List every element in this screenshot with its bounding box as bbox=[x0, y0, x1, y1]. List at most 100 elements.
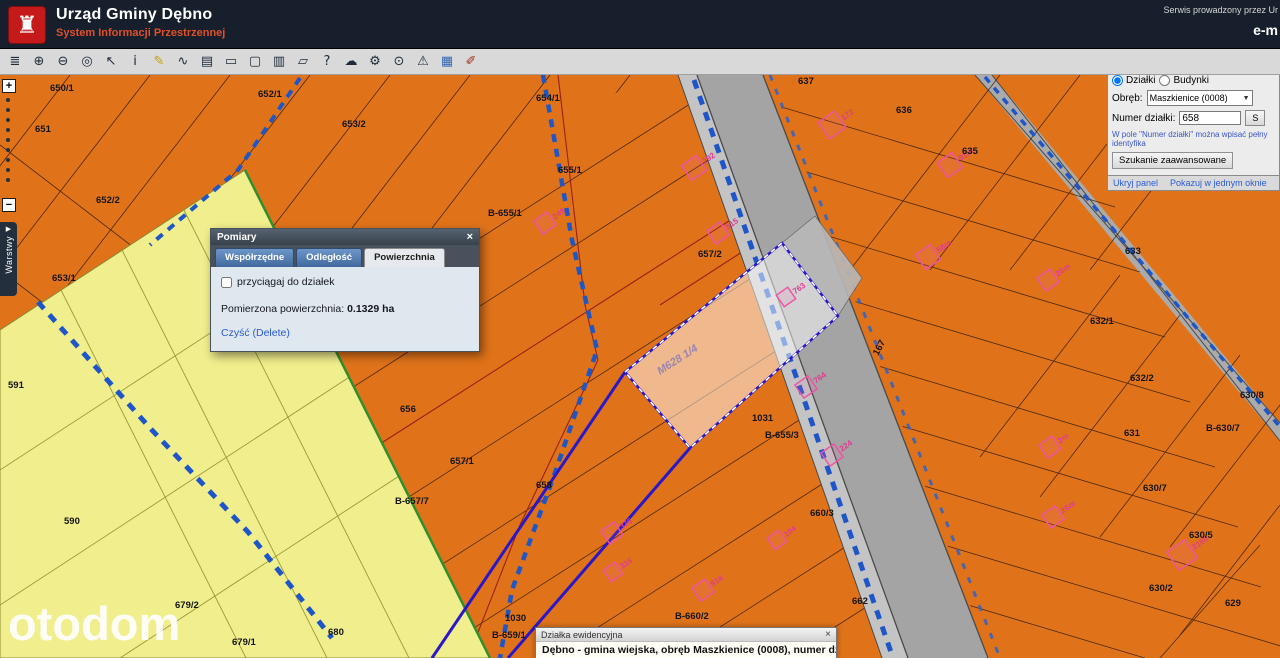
header: ♜ Urząd Gminy Dębno System Informacji Pr… bbox=[0, 0, 1280, 49]
ruler-icon[interactable]: ▭ bbox=[220, 50, 242, 72]
search-button[interactable]: S bbox=[1245, 110, 1265, 126]
zoom-in-icon[interactable]: ⊕ bbox=[28, 50, 50, 72]
search-icon[interactable]: ⊙ bbox=[388, 50, 410, 72]
snap-checkbox[interactable] bbox=[221, 277, 232, 288]
parcel-label: 630/5 bbox=[1189, 530, 1213, 541]
toolbar-icons: ≣⊕⊖◎↖i✎∿▤▭▢▥▱?☁⚙⊙⚠▦✐ bbox=[3, 50, 483, 72]
radio-parcels-label: Działki bbox=[1126, 75, 1155, 86]
settings-icon[interactable]: ⚙ bbox=[364, 50, 386, 72]
measure-panel: Pomiary × WspółrzędneOdległośćPowierzchn… bbox=[210, 228, 480, 352]
zoom-extent-icon[interactable]: ◎ bbox=[76, 50, 98, 72]
parcel-info-titlebar[interactable]: Działka ewidencyjna × bbox=[536, 628, 836, 642]
parcel-label: 637 bbox=[798, 76, 814, 87]
chevron-right-icon: ▶ bbox=[6, 226, 11, 234]
zoom-out-button[interactable]: − bbox=[2, 198, 16, 212]
measure-result-value: 0.1329 ha bbox=[347, 303, 394, 315]
parcel-label: B-660/2 bbox=[675, 611, 709, 622]
zoom-slider[interactable] bbox=[6, 98, 10, 182]
parcel-label: B-659/1 bbox=[492, 630, 527, 641]
parcel-label: 630/8 bbox=[1240, 390, 1264, 401]
layers-icon[interactable]: ≣ bbox=[4, 50, 26, 72]
close-icon[interactable]: × bbox=[467, 232, 473, 243]
obreb-selected-value: Maszkienice (0008) bbox=[1150, 93, 1228, 103]
measure-panel-titlebar[interactable]: Pomiary × bbox=[211, 229, 479, 245]
parcel-label: 630/2 bbox=[1149, 583, 1173, 594]
parcel-label: 1030 bbox=[505, 613, 526, 624]
comment-icon[interactable]: ▱ bbox=[292, 50, 314, 72]
zoom-in-button[interactable]: + bbox=[2, 79, 16, 93]
parcel-label: 633 bbox=[1125, 246, 1141, 257]
parcel-label: 662 bbox=[852, 596, 868, 607]
draw-tools-icon[interactable]: ✐ bbox=[460, 50, 482, 72]
parcel-label: 654/1 bbox=[536, 93, 560, 104]
parcel-label: 631 bbox=[1124, 428, 1141, 439]
parcel-label: 651 bbox=[35, 124, 52, 135]
search-panel-footer: Ukryj panel Pokazuj w jednym oknie bbox=[1107, 176, 1280, 191]
parcel-label: 656 bbox=[400, 404, 416, 415]
parcel-label: 660/3 bbox=[810, 508, 834, 519]
help-icon[interactable]: ? bbox=[316, 50, 338, 72]
parcel-label: 590 bbox=[64, 516, 80, 527]
measure-tab-powierzchnia[interactable]: Powierzchnia bbox=[364, 248, 445, 267]
parcel-label: 632/2 bbox=[1130, 373, 1154, 384]
parcel-label: 635 bbox=[962, 146, 979, 157]
radio-buildings-input[interactable] bbox=[1159, 75, 1170, 86]
brand-link[interactable]: e-m bbox=[1253, 22, 1278, 38]
advanced-search-button[interactable]: Szukanie zaawansowane bbox=[1112, 152, 1233, 169]
select-area-icon[interactable]: ▢ bbox=[244, 50, 266, 72]
parcel-number-input[interactable] bbox=[1179, 111, 1241, 125]
parcel-label: 630/7 bbox=[1143, 483, 1167, 494]
split-view-icon[interactable]: ▥ bbox=[268, 50, 290, 72]
download-cloud-icon[interactable]: ☁ bbox=[340, 50, 362, 72]
search-hint: W pole "Numer działki" można wpisać pełn… bbox=[1112, 130, 1275, 148]
measure-panel-title: Pomiary bbox=[217, 232, 256, 243]
measure-result: Pomierzona powierzchnia: 0.1329 ha bbox=[221, 303, 469, 315]
zoom-out-icon[interactable]: ⊖ bbox=[52, 50, 74, 72]
radio-buildings-label: Budynki bbox=[1173, 75, 1209, 86]
close-icon[interactable]: × bbox=[825, 630, 831, 640]
print-icon[interactable]: ▤ bbox=[196, 50, 218, 72]
parcel-label: 1031 bbox=[752, 413, 774, 424]
info-icon[interactable]: i bbox=[124, 50, 146, 72]
app-subtitle: System Informacji Przestrzennej bbox=[56, 27, 225, 39]
map-canvas[interactable]: M628 1/4 17229224951591m58m26m7637642243… bbox=[0, 75, 1280, 658]
radio-parcels-input[interactable] bbox=[1112, 75, 1123, 86]
crest-icon: ♜ bbox=[16, 11, 38, 40]
layers-panel-tab[interactable]: ▶ Warstwy bbox=[0, 222, 17, 296]
coat-of-arms-logo: ♜ bbox=[8, 6, 46, 44]
hide-panel-link[interactable]: Ukryj panel bbox=[1113, 178, 1158, 188]
radio-buildings[interactable]: Budynki bbox=[1159, 75, 1209, 86]
measure-icon[interactable]: ✎ bbox=[148, 50, 170, 72]
radio-parcels[interactable]: Działki bbox=[1112, 75, 1155, 86]
obreb-select[interactable]: Maszkienice (0008) ▼ bbox=[1147, 90, 1253, 106]
parcel-info-panel: Działka ewidencyjna × Dębno - gmina wiej… bbox=[535, 627, 837, 658]
app-window: M628 1/4 17229224951591m58m26m7637642243… bbox=[0, 0, 1280, 658]
obreb-label: Obręb: bbox=[1112, 93, 1143, 104]
parcel-info-text: Dębno - gmina wiejska, obręb Maszkienice… bbox=[536, 642, 836, 658]
measure-path-icon[interactable]: ∿ bbox=[172, 50, 194, 72]
parcel-label: 679/1 bbox=[232, 637, 256, 648]
pointer-icon[interactable]: ↖ bbox=[100, 50, 122, 72]
parcel-label: 636 bbox=[896, 105, 912, 116]
parcel-number-label: Numer działki: bbox=[1112, 113, 1175, 124]
warning-icon[interactable]: ⚠ bbox=[412, 50, 434, 72]
parcel-label: 650/1 bbox=[50, 83, 74, 94]
parcel-label: 657/1 bbox=[450, 456, 474, 467]
measure-tab-odległość[interactable]: Odległość bbox=[296, 248, 362, 267]
service-note: Serwis prowadzony przez Ur bbox=[1163, 5, 1278, 15]
measure-panel-body: przyciągaj do działek Pomierzona powierz… bbox=[211, 267, 479, 351]
layers-tab-label: Warstwy bbox=[4, 236, 14, 274]
parcel-label: B-655/1 bbox=[488, 208, 523, 219]
parcel-label: 658 bbox=[536, 480, 552, 491]
parcel-label: B-657/7 bbox=[395, 496, 429, 507]
parcel-label: 679/2 bbox=[175, 600, 199, 611]
measure-tabs: WspółrzędneOdległośćPowierzchnia bbox=[211, 245, 479, 267]
legend-icon[interactable]: ▦ bbox=[436, 50, 458, 72]
parcel-label: 657/2 bbox=[698, 249, 722, 260]
clear-measure-link[interactable]: Czyść (Delete) bbox=[221, 327, 290, 339]
measure-tab-współrzędne[interactable]: Współrzędne bbox=[215, 248, 294, 267]
single-window-link[interactable]: Pokazuj w jednym oknie bbox=[1170, 178, 1267, 188]
snap-checkbox-row[interactable]: przyciągaj do działek bbox=[221, 276, 469, 288]
app-title: Urząd Gminy Dębno bbox=[56, 6, 212, 24]
parcel-label: 680 bbox=[328, 627, 344, 638]
